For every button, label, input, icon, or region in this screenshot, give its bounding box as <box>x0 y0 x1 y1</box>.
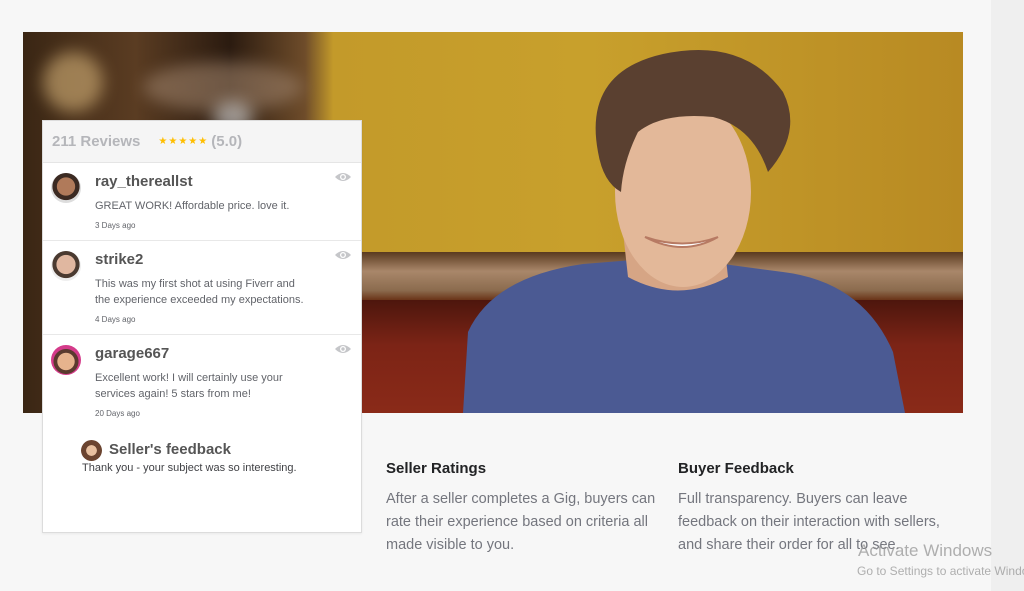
feature-text: After a seller completes a Gig, buyers c… <box>386 491 656 553</box>
watermark-subtitle: Go to Settings to activate Windows. <box>857 564 1024 578</box>
review-username[interactable]: ray_thereallst <box>95 172 349 192</box>
review-username[interactable]: strike2 <box>95 250 349 270</box>
eye-icon[interactable] <box>334 171 352 183</box>
review-time: 4 Days ago <box>95 315 136 324</box>
eye-icon[interactable] <box>334 343 352 355</box>
reviews-count: 211 Reviews <box>52 133 141 150</box>
star-rating-icon: ★★★★★ <box>158 136 209 147</box>
review-item: garage667 Excellent work! I will certain… <box>43 335 361 428</box>
seller-avatar <box>81 440 102 461</box>
avatar <box>51 173 81 203</box>
review-item: strike2 This was my first shot at using … <box>43 241 361 335</box>
review-time: 3 Days ago <box>95 221 136 230</box>
seller-feedback-title: Seller's feedback <box>109 441 231 458</box>
review-username[interactable]: garage667 <box>95 344 349 364</box>
seller-feedback-message: Thank you - your subject was so interest… <box>82 462 297 474</box>
watermark-title: Activate Windows <box>858 541 993 560</box>
review-text: This was my first shot at using Fiverr a… <box>95 278 304 306</box>
reviews-card: 211 Reviews ★★★★★ (5.0) ray_thereallst G… <box>42 120 362 533</box>
eye-icon[interactable] <box>334 249 352 261</box>
feature-title: Seller Ratings <box>386 460 487 477</box>
seller-feedback: Seller's feedback Thank you - your subje… <box>43 428 361 474</box>
reviews-header: 211 Reviews ★★★★★ (5.0) <box>43 121 361 163</box>
feature-title: Buyer Feedback <box>678 460 794 477</box>
review-text: Excellent work! I will certainly use you… <box>95 372 283 400</box>
rating-score: (5.0) <box>211 133 243 150</box>
feature-seller-ratings: Seller Ratings After a seller completes … <box>386 459 656 557</box>
avatar <box>51 251 81 281</box>
page-scroll-gutter <box>991 0 1024 591</box>
review-time: 20 Days ago <box>95 409 140 418</box>
avatar <box>51 345 81 375</box>
activate-windows-watermark: Activate Windows Go to Settings to activ… <box>857 541 1024 578</box>
review-item: ray_thereallst GREAT WORK! Affordable pr… <box>43 163 361 241</box>
review-text: GREAT WORK! Affordable price. love it. <box>95 200 290 212</box>
